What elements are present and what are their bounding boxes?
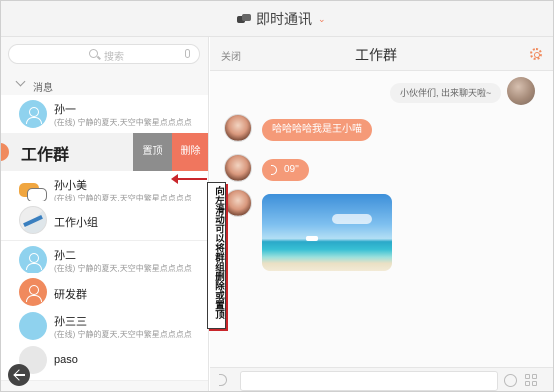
swiped-conversation-item[interactable]: 工作群 置顶 删除: [1, 133, 208, 171]
voice-wave-icon: [271, 165, 277, 175]
messages-section-header[interactable]: 消息: [1, 75, 208, 95]
conversation-name: 孙小美: [54, 180, 87, 192]
title-bar: 即时通讯 ⌄: [1, 1, 553, 37]
chevron-down-icon: ⌄: [318, 13, 326, 24]
search-input[interactable]: 搜索: [8, 44, 200, 64]
chat-logo-icon: [237, 13, 251, 25]
cloud-shape: [332, 214, 372, 224]
unread-indicator: [1, 143, 9, 161]
gear-icon[interactable]: [530, 48, 542, 60]
avatar: [19, 100, 47, 128]
back-arrow-icon[interactable]: [8, 364, 30, 386]
avatar: [19, 312, 47, 340]
emoji-icon[interactable]: [504, 374, 517, 387]
chat-header: 关闭 工作群: [210, 37, 553, 71]
conversation-item[interactable]: 工作小组: [1, 201, 208, 241]
avatar[interactable]: [507, 77, 535, 105]
voice-input-icon[interactable]: [219, 374, 227, 386]
input-bar: [210, 367, 553, 391]
pin-button[interactable]: 置顶: [133, 133, 172, 171]
avatar: [19, 278, 47, 306]
avatar: [19, 176, 47, 204]
app-title: 即时通讯: [256, 11, 312, 27]
app-window: 即时通讯 ⌄ 搜索 消息 孙一 (在线) 宁静的夏天,天空中繁星点点点点 工作群…: [0, 0, 554, 392]
chevron-down-icon: [15, 76, 26, 87]
conversation-name: 工作小组: [54, 217, 98, 229]
conversation-item[interactable]: 孙一 (在线) 宁静的夏天,天空中繁星点点点点: [1, 95, 208, 135]
conversation-name: 孙三三: [54, 316, 87, 328]
avatar[interactable]: [224, 189, 252, 217]
outgoing-message: 小伙伴们, 出来聊天啦~: [390, 83, 502, 103]
conversation-panel: 搜索 消息 孙一 (在线) 宁静的夏天,天空中繁星点点点点 工作群 置顶 删除 …: [1, 37, 209, 391]
avatar: [19, 206, 47, 234]
app-title-menu[interactable]: 即时通讯 ⌄: [237, 10, 326, 28]
annotation-callout: 向左滑动可以将群组删除或置顶: [207, 182, 226, 329]
close-button[interactable]: 关闭: [221, 48, 241, 63]
boat-shape: [306, 236, 318, 241]
avatar: [19, 246, 47, 274]
conversation-name: 孙二: [54, 250, 76, 262]
conversation-item[interactable]: paso: [1, 341, 208, 381]
voice-message[interactable]: 09'': [262, 159, 309, 181]
conversation-status: (在线) 宁静的夏天,天空中繁星点点点点: [54, 330, 192, 339]
conversation-name: 孙一: [54, 104, 76, 116]
image-message[interactable]: [262, 194, 392, 271]
voice-duration: 09'': [284, 164, 299, 175]
search-placeholder: 搜索: [104, 52, 124, 63]
conversation-status: (在线) 宁静的夏天,天空中繁星点点点点: [54, 118, 192, 127]
search-icon: [89, 49, 98, 58]
chat-panel: 关闭 工作群 小伙伴们, 出来聊天啦~ 哈哈哈哈我是王小喵 09'': [210, 37, 553, 391]
microphone-icon[interactable]: [185, 49, 190, 58]
incoming-message: 哈哈哈哈我是王小喵: [262, 119, 372, 141]
more-apps-icon[interactable]: [525, 374, 538, 387]
conversation-name: 研发群: [54, 289, 87, 301]
conversation-name: 工作群: [21, 147, 70, 164]
chat-title: 工作群: [355, 47, 397, 63]
section-label: 消息: [33, 83, 53, 94]
delete-button[interactable]: 删除: [172, 133, 208, 171]
message-input[interactable]: [240, 371, 498, 391]
annotation-arrow: [171, 174, 207, 184]
avatar[interactable]: [224, 154, 252, 182]
avatar[interactable]: [224, 114, 252, 142]
conversation-name: paso: [54, 354, 78, 366]
